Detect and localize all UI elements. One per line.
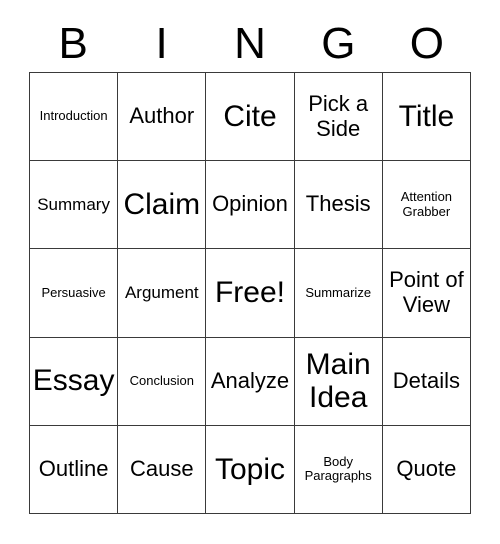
bingo-cell[interactable]: Cause bbox=[118, 425, 207, 514]
bingo-cell-label: Thesis bbox=[305, 191, 371, 217]
bingo-cell[interactable]: Persuasive bbox=[30, 249, 119, 338]
bingo-cell-label: Opinion bbox=[212, 191, 288, 217]
bingo-cell-label: Main Idea bbox=[305, 347, 371, 415]
bingo-cell[interactable]: Outline bbox=[30, 425, 119, 514]
bingo-cell-label: Topic bbox=[214, 452, 286, 486]
bingo-cell[interactable]: Introduction bbox=[30, 73, 119, 162]
bingo-cell[interactable]: Summary bbox=[30, 161, 119, 250]
bingo-cell[interactable]: Analyze bbox=[206, 337, 295, 426]
bingo-cell[interactable]: Details bbox=[382, 337, 471, 426]
bingo-cell[interactable]: Quote bbox=[382, 425, 471, 514]
bingo-cell[interactable]: Conclusion bbox=[118, 337, 207, 426]
bingo-cell-label: Persuasive bbox=[41, 284, 106, 300]
bingo-cell-label: Point of View bbox=[389, 267, 464, 317]
bingo-header-letter-n: N bbox=[234, 19, 266, 68]
bingo-cell-label: Pick a Side bbox=[308, 90, 369, 141]
bingo-cell-label: Argument bbox=[124, 283, 199, 303]
bingo-cell[interactable]: Title bbox=[382, 73, 471, 162]
bingo-cell[interactable]: Essay bbox=[30, 337, 119, 426]
bingo-header-letter-o: O bbox=[409, 19, 444, 68]
bingo-cell[interactable]: Author bbox=[118, 73, 207, 162]
bingo-cell[interactable]: Claim bbox=[118, 161, 207, 250]
bingo-cell-label: Free! bbox=[214, 276, 285, 310]
bingo-cell[interactable]: Attention Grabber bbox=[382, 161, 471, 250]
bingo-cell-label: Conclusion bbox=[129, 372, 194, 388]
bingo-cell-label: Claim bbox=[123, 187, 201, 221]
bingo-header-letter-g: G bbox=[321, 19, 356, 68]
bingo-cell-label: Title bbox=[398, 99, 455, 133]
bingo-cell-label: Essay bbox=[32, 364, 115, 398]
bingo-cell-label: Quote bbox=[396, 456, 457, 482]
bingo-cell-label: Details bbox=[392, 367, 461, 393]
bingo-cell[interactable]: Thesis bbox=[294, 161, 383, 250]
bingo-cell-label: Summary bbox=[37, 195, 110, 215]
bingo-cell-label: Cite bbox=[223, 99, 277, 133]
bingo-cell[interactable]: Summarize bbox=[294, 249, 383, 338]
bingo-cell[interactable]: Opinion bbox=[206, 161, 295, 250]
bingo-header-letter-i: I bbox=[155, 19, 168, 68]
bingo-cell-label: Summarize bbox=[305, 284, 372, 300]
bingo-cell-label: Outline bbox=[38, 456, 109, 482]
bingo-cell[interactable]: Topic bbox=[206, 425, 295, 514]
bingo-cell-label: Analyze bbox=[210, 367, 290, 393]
bingo-card: B I N G O Introduction Author Cite Pick a S… bbox=[0, 0, 500, 544]
bingo-cell[interactable]: Pick a Side bbox=[294, 73, 383, 162]
bingo-cell[interactable]: Argument bbox=[118, 249, 207, 338]
bingo-header-letter-b: B bbox=[58, 19, 88, 68]
bingo-grid: Introduction Author Cite Pick a Side Title Su… bbox=[29, 72, 471, 514]
bingo-cell[interactable]: Body Paragraphs bbox=[294, 425, 383, 514]
bingo-cell-free-space[interactable]: Free! bbox=[206, 249, 295, 338]
bingo-cell-label: Author bbox=[129, 103, 195, 129]
bingo-cell-label: Body Paragraphs bbox=[304, 453, 372, 484]
bingo-cell-label: Attention Grabber bbox=[400, 189, 453, 219]
bingo-cell[interactable]: Cite bbox=[206, 73, 295, 162]
bingo-header-row: B I N G O bbox=[29, 16, 471, 72]
bingo-cell[interactable]: Point of View bbox=[382, 249, 471, 338]
bingo-cell-label: Cause bbox=[129, 456, 194, 482]
bingo-cell[interactable]: Main Idea bbox=[294, 337, 383, 426]
bingo-cell-label: Introduction bbox=[39, 108, 108, 124]
